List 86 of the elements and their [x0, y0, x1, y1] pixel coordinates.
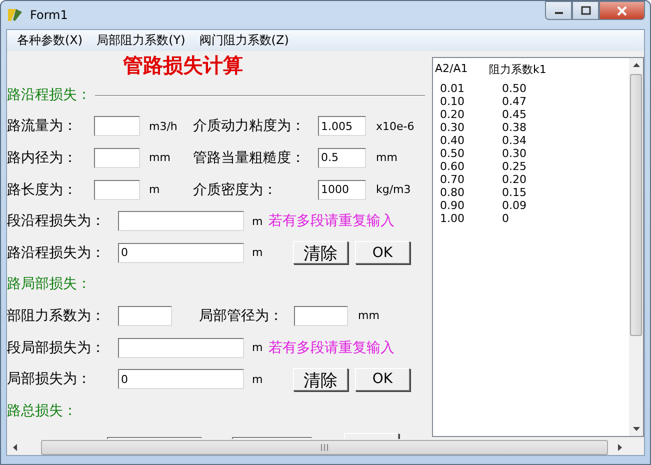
section-title: 路沿程损失：	[7, 86, 91, 104]
section-title: 路总损失：	[7, 402, 77, 420]
unit-label: m	[148, 183, 161, 196]
menu-item[interactable]: 局部阻力系数(Y)	[90, 32, 192, 49]
unit-label: m	[251, 246, 264, 260]
field-label: 段沿程损失为：	[7, 212, 106, 230]
unit-label: mm	[375, 151, 398, 164]
list-cell-text: 0.90	[440, 199, 466, 212]
list-cell-text: 0.30	[440, 121, 466, 134]
field-label: 路沿程损失为：	[7, 244, 106, 262]
form-button[interactable]: 清除	[293, 368, 348, 391]
input-field[interactable]: 0.5	[318, 148, 366, 168]
scroll-right-icon	[618, 444, 622, 450]
input-field[interactable]	[94, 148, 140, 168]
list-cell-text: 0.20	[440, 108, 466, 121]
unit-label: m	[251, 214, 263, 228]
unit-label: m	[251, 372, 264, 386]
section-title: 路局部损失：	[7, 275, 91, 294]
unit-label: m	[251, 341, 263, 354]
field-label: 介质动力粘度为：	[193, 117, 306, 136]
list-cell-text: 0.10	[440, 95, 466, 108]
column-header: A2/A1	[435, 62, 469, 77]
field-label: 部阻力系数为：	[7, 306, 106, 325]
input-field[interactable]	[118, 338, 244, 358]
scroll-up-icon	[632, 63, 640, 67]
grip-icon	[321, 444, 328, 450]
list-cell: 0.20	[502, 173, 526, 186]
field-label: 路内径为：	[7, 148, 78, 167]
coefficient-list[interactable]: A2/A1 阻力系数k1 0.01 0.50 0.10 0.47 0.20 0.45 0.30 0.38 0.40 0.34 0.50 0.30 0.60 0.25 0.70 0.20 0.80 0.15 0.90 0.09 1.00 0	[432, 57, 644, 437]
field-label: 路流量为：	[7, 117, 78, 136]
app-icon	[7, 7, 23, 23]
unit-label: mm	[357, 309, 380, 322]
input-field[interactable]: 0	[118, 369, 244, 390]
list-cell-text: 1.00	[440, 212, 466, 225]
list-cell-text: 0.60	[440, 160, 466, 173]
form-button[interactable]: OK	[355, 241, 410, 264]
list-cell: 0.34	[502, 134, 526, 147]
list-cell: 0.09	[502, 199, 526, 212]
form-button[interactable]: 清除	[293, 241, 348, 264]
close-icon	[616, 6, 628, 16]
hint-text: 若有多段请重复输入	[268, 212, 395, 230]
list-cell-text: 0.50	[440, 147, 466, 160]
input-field[interactable]: 0	[118, 242, 244, 263]
list-cell-text: 0.70	[440, 173, 466, 186]
close-button[interactable]	[599, 1, 645, 20]
list-cell: 0.15	[502, 186, 526, 199]
maximize-button[interactable]	[572, 1, 599, 20]
input-field[interactable]	[94, 180, 140, 200]
input-field[interactable]	[118, 306, 172, 326]
field-label: 介质密度为：	[193, 180, 278, 199]
form-heading: 管路损失计算	[123, 52, 243, 78]
list-cell: 0.50	[502, 82, 526, 95]
unit-label: mm	[148, 151, 172, 164]
list-cell: 0.47	[502, 95, 526, 108]
list-cell: 0	[502, 212, 509, 225]
input-field[interactable]: 1.005	[318, 116, 366, 136]
menu-item[interactable]: 各种参数(X)	[10, 32, 90, 49]
menu-item[interactable]: 阀门阻力系数(Z)	[192, 32, 296, 49]
field-label: 段局部损失为：	[7, 338, 106, 357]
vertical-scrollbar[interactable]	[629, 58, 643, 436]
list-cell: 0.45	[502, 108, 526, 121]
minimize-button[interactable]	[545, 1, 572, 20]
field-label: 局部损失为：	[7, 370, 92, 388]
scroll-left-icon	[13, 444, 17, 450]
scroll-down-icon	[632, 427, 640, 431]
field-label: 路长度为：	[7, 180, 78, 199]
input-field[interactable]	[118, 211, 244, 232]
hint-text: 若有多段请重复输入	[268, 338, 395, 357]
window-title: Form1	[30, 8, 68, 22]
field-label: 局部管径为：	[199, 306, 284, 325]
list-cell: 0.30	[502, 147, 526, 160]
unit-label: m3/h	[148, 120, 178, 133]
field-label: 管路当量粗糙度：	[193, 148, 306, 167]
input-field[interactable]	[94, 116, 140, 136]
column-header: 阻力系数k1	[489, 62, 546, 78]
input-field[interactable]	[294, 306, 348, 326]
form-button[interactable]: OK	[355, 368, 410, 391]
list-cell-text: 0.80	[440, 186, 466, 199]
input-field[interactable]: 1000	[318, 180, 366, 200]
unit-label: kg/m3	[375, 183, 411, 196]
list-cell: 0.25	[502, 160, 526, 173]
maximize-icon	[580, 6, 590, 15]
list-cell: 0.38	[502, 121, 526, 134]
list-cell-text: 0.01	[440, 82, 466, 95]
unit-label: x10e-6	[375, 120, 414, 133]
list-cell-text: 0.40	[440, 134, 466, 147]
